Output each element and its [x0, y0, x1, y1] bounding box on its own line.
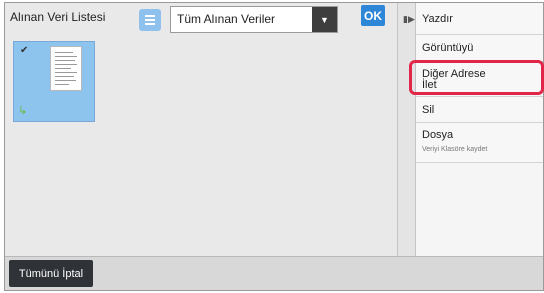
menu-item-delete[interactable]: Sil	[416, 97, 543, 123]
received-item-thumbnail[interactable]: ✔ ↳	[13, 41, 95, 122]
document-preview	[50, 46, 82, 91]
filter-select[interactable]: Tüm Alınan Veriler ▼	[170, 6, 338, 33]
collapse-panel-icon[interactable]: ▮▶	[403, 14, 415, 25]
chevron-down-icon[interactable]: ▼	[312, 7, 337, 32]
filter-select-value: Tüm Alınan Veriler	[177, 12, 276, 26]
menu-item-file[interactable]: Dosya Veriyi Klasöre kaydet	[416, 123, 543, 163]
panel-toggle-column: ▮▶	[397, 3, 416, 256]
forward-icon: ↳	[18, 105, 28, 117]
menu-item-sublabel: Veriyi Klasöre kaydet	[422, 146, 488, 153]
page-title: Alınan Veri Listesi	[10, 10, 106, 24]
checkmark-icon: ✔	[20, 45, 29, 56]
screen: Alınan Veri Listesi Tüm Alınan Veriler ▼…	[0, 0, 544, 293]
list-view-button[interactable]	[139, 9, 161, 31]
ok-button[interactable]: OK	[361, 5, 385, 26]
menu-item-print[interactable]: Yazdır	[416, 3, 543, 35]
menu-item-label: Görüntüyü	[422, 42, 474, 54]
main-frame: Alınan Veri Listesi Tüm Alınan Veriler ▼…	[4, 2, 544, 291]
menu-item-label: Yazdır	[422, 13, 453, 25]
highlight-frame	[409, 60, 544, 95]
menu-item-label: Dosya	[422, 129, 454, 141]
cancel-all-button[interactable]: Tümünü İptal	[9, 260, 93, 287]
received-data-panel: Alınan Veri Listesi Tüm Alınan Veriler ▼…	[5, 3, 397, 256]
menu-item-view-image[interactable]: Görüntüyü	[416, 35, 543, 62]
menu-item-label: Sil	[422, 104, 435, 116]
action-menu: Yazdır Görüntüyü Diğer Adrese İlet Sil D…	[415, 3, 543, 256]
